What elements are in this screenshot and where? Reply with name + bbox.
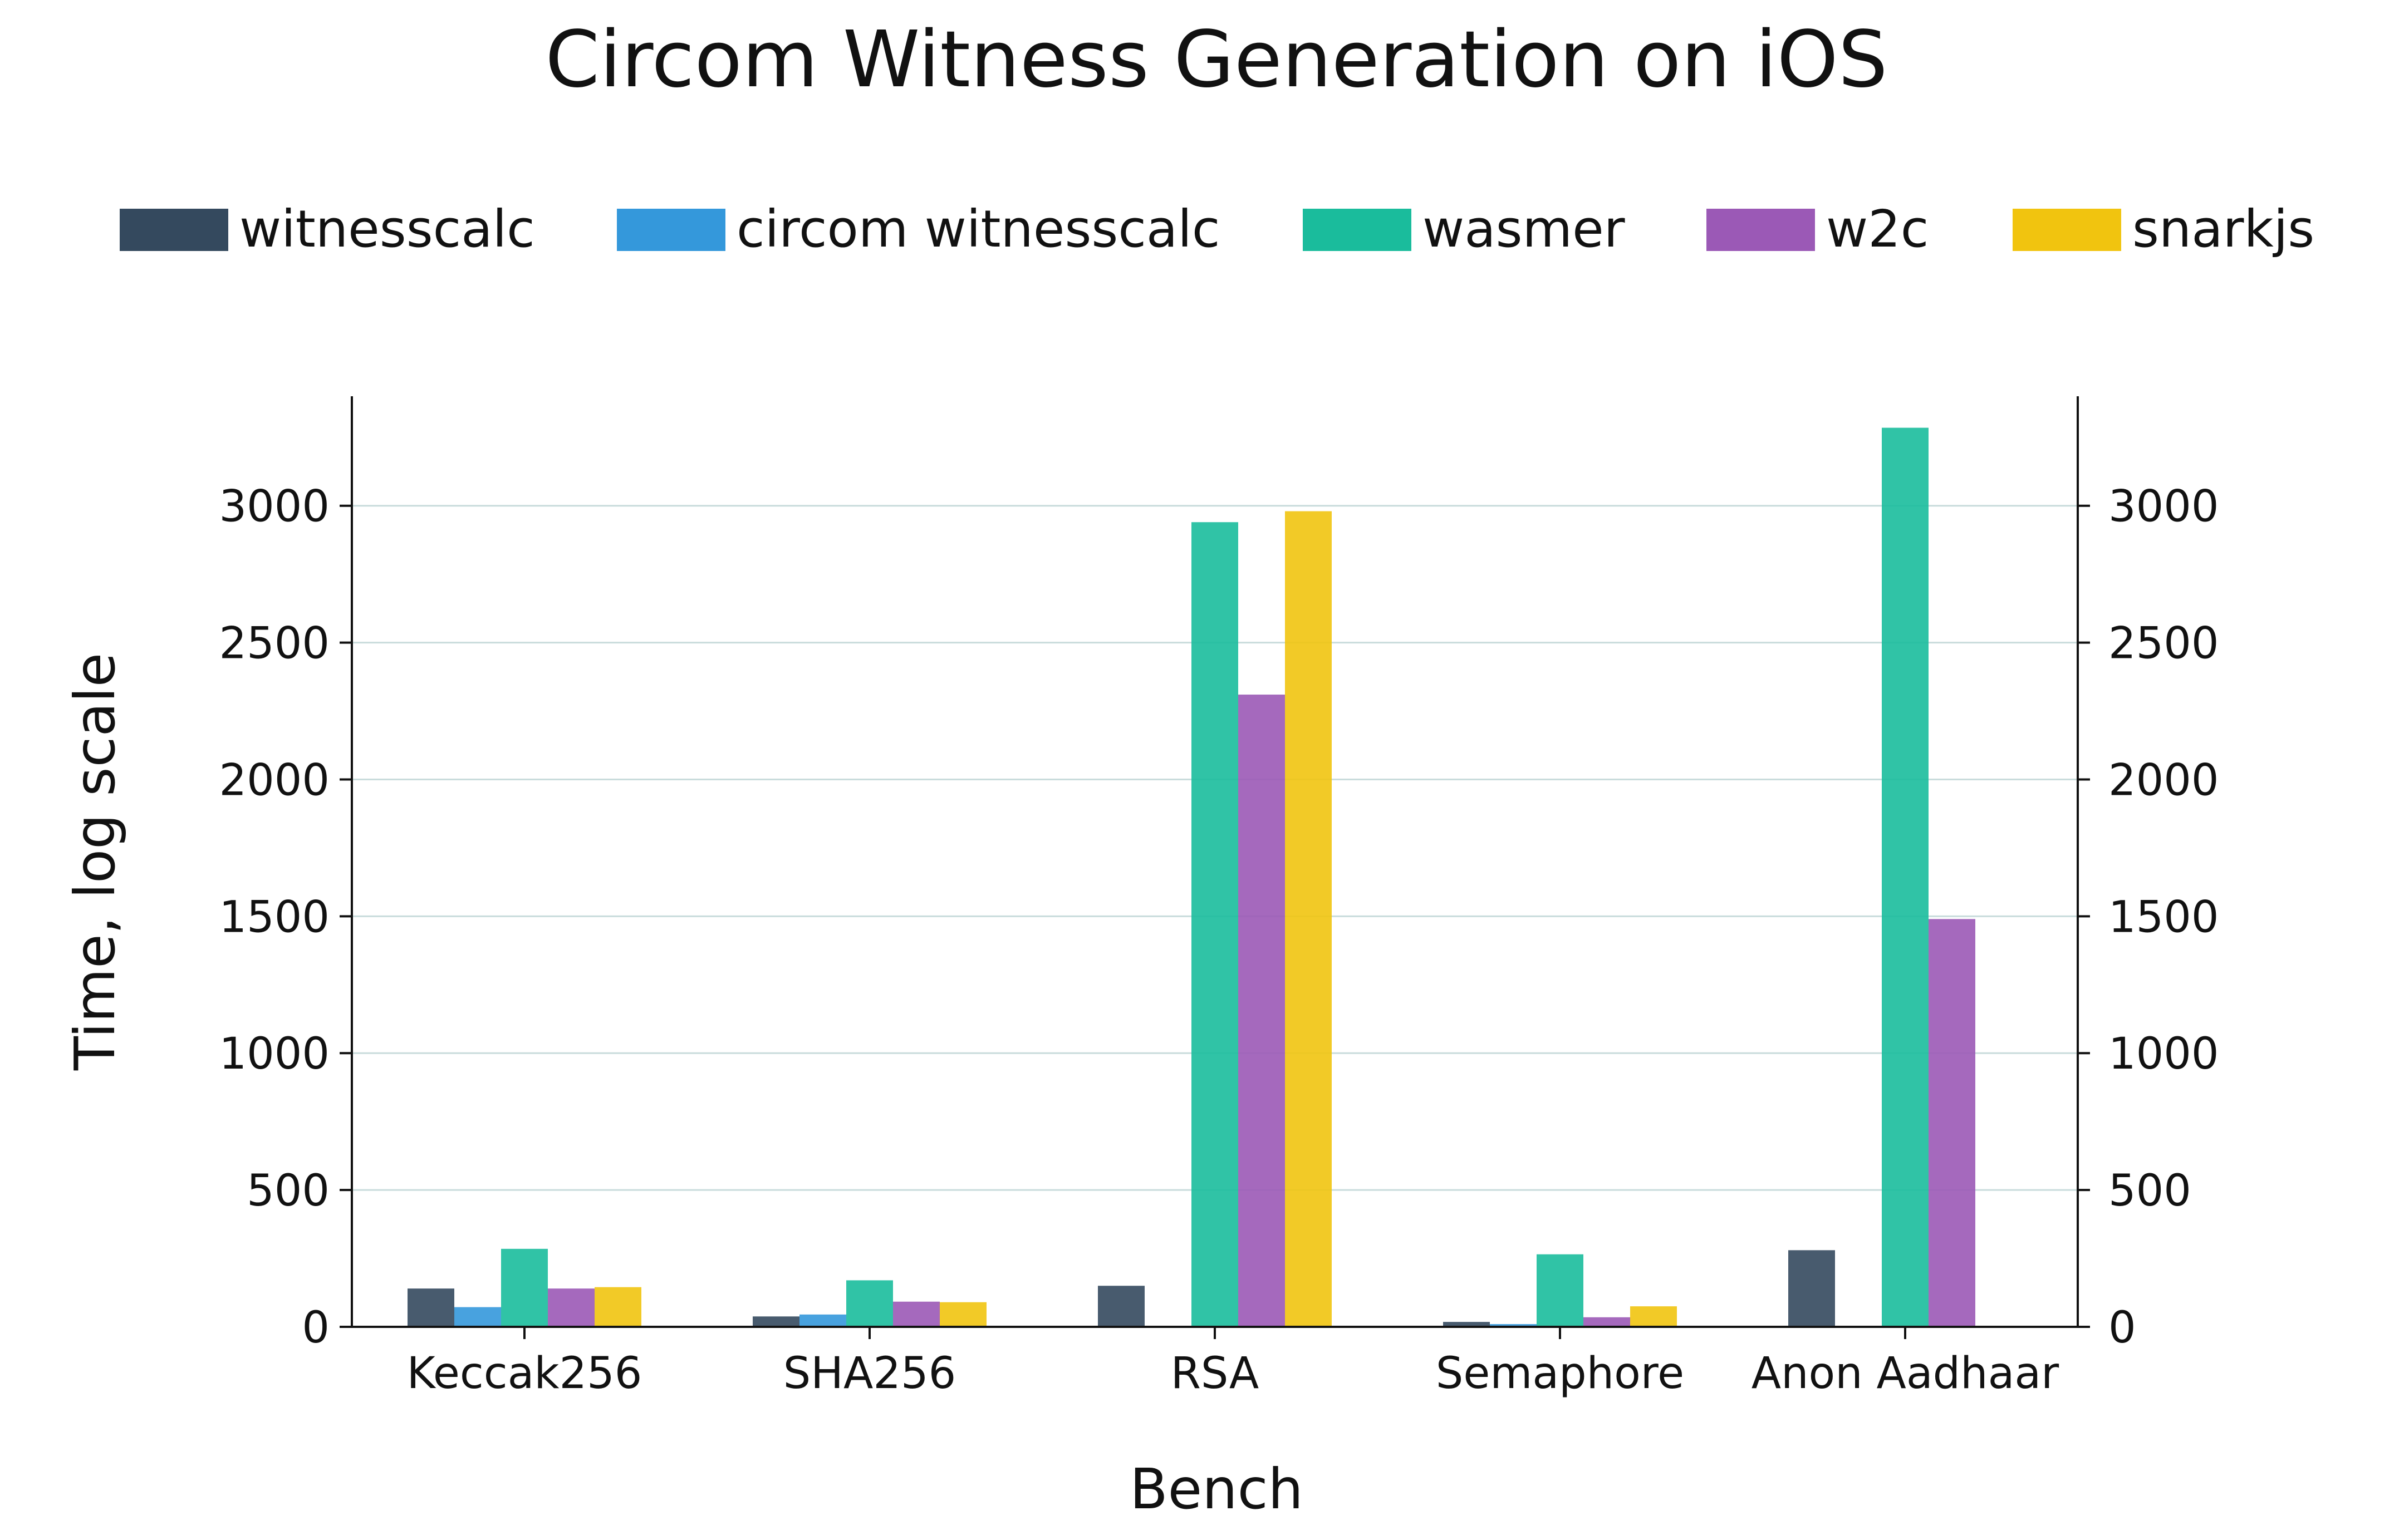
bar-w2c-semaphore — [1583, 1317, 1630, 1327]
bar-circom-witnesscalc-sha256 — [799, 1314, 846, 1327]
bar-wasmer-rsa — [1191, 522, 1238, 1327]
bar-snarkjs-semaphore — [1630, 1306, 1677, 1327]
x-tick-label: Keccak256 — [407, 1349, 642, 1399]
legend-label-wasmer: wasmer — [1422, 199, 1625, 259]
bar-witnesscalc-sha256 — [753, 1316, 799, 1327]
y-axis-label: Time, log scale — [62, 653, 127, 1071]
bar-w2c-sha256 — [893, 1301, 940, 1327]
bar-snarkjs-rsa — [1285, 511, 1332, 1327]
bar-w2c-anon-aadhaar — [1929, 919, 1975, 1327]
legend-label-circom-witnesscalc: circom witnesscalc — [737, 199, 1220, 259]
legend-label-witnesscalc: witnesscalc — [239, 199, 535, 259]
legend-swatch-snarkjs — [2013, 209, 2121, 251]
y-tick-label-right: 0 — [2108, 1303, 2136, 1353]
y-tick-label-right: 1000 — [2108, 1029, 2219, 1079]
y-tick-label: 1500 — [219, 892, 330, 942]
bar-circom-witnesscalc-keccak256 — [454, 1307, 501, 1327]
bar-witnesscalc-anon-aadhaar — [1788, 1250, 1835, 1327]
y-tick-label-right: 2500 — [2108, 619, 2219, 669]
bar-snarkjs-keccak256 — [595, 1287, 641, 1327]
legend-swatch-circom-witnesscalc — [617, 209, 725, 251]
bar-wasmer-sha256 — [846, 1280, 893, 1327]
y-tick-label-right: 500 — [2108, 1166, 2191, 1216]
y-tick-label: 0 — [302, 1303, 330, 1353]
y-tick-label-right: 3000 — [2108, 482, 2219, 532]
bar-witnesscalc-keccak256 — [408, 1288, 454, 1327]
legend-label-snarkjs: snarkjs — [2132, 199, 2314, 259]
y-tick-label: 3000 — [219, 482, 330, 532]
legend-label-w2c: w2c — [1826, 199, 1929, 259]
y-axis-left-ticks: 0 500 1000 1500 2000 2500 3000 — [219, 482, 352, 1353]
bar-w2c-keccak256 — [548, 1288, 595, 1327]
chart-title: Circom Witness Generation on iOS — [545, 14, 1887, 105]
legend-swatch-witnesscalc — [120, 209, 228, 251]
y-tick-label: 1000 — [219, 1029, 330, 1079]
y-axis-right-ticks: 0 500 1000 1500 2000 2500 3000 — [2078, 482, 2219, 1353]
y-tick-label-right: 2000 — [2108, 755, 2219, 805]
bars — [408, 427, 1975, 1327]
bar-wasmer-anon-aadhaar — [1882, 427, 1929, 1327]
bar-chart: Circom Witness Generation on iOS witness… — [62, 14, 2314, 1522]
y-tick-label-right: 1500 — [2108, 892, 2219, 942]
bar-witnesscalc-rsa — [1098, 1286, 1145, 1327]
legend-swatch-w2c — [1706, 209, 1815, 251]
bar-snarkjs-sha256 — [940, 1302, 987, 1327]
legend-swatch-wasmer — [1303, 209, 1411, 251]
x-tick-label: Anon Aadhaar — [1752, 1349, 2059, 1399]
y-tick-label: 500 — [247, 1166, 330, 1216]
y-tick-label: 2500 — [219, 619, 330, 669]
bar-wasmer-semaphore — [1537, 1254, 1583, 1327]
x-tick-label: RSA — [1171, 1349, 1259, 1399]
x-tick-label: SHA256 — [783, 1349, 956, 1399]
y-tick-label: 2000 — [219, 755, 330, 805]
bar-wasmer-keccak256 — [501, 1248, 548, 1327]
x-axis-label: Bench — [1130, 1457, 1303, 1522]
x-axis-ticks: Keccak256 SHA256 RSA Semaphore Anon Aadhaar — [407, 1327, 2059, 1399]
x-tick-label: Semaphore — [1436, 1349, 1684, 1399]
legend: witnesscalc circom witnesscalc wasmer w2c sn… — [120, 199, 2314, 259]
bar-w2c-rsa — [1238, 695, 1285, 1327]
